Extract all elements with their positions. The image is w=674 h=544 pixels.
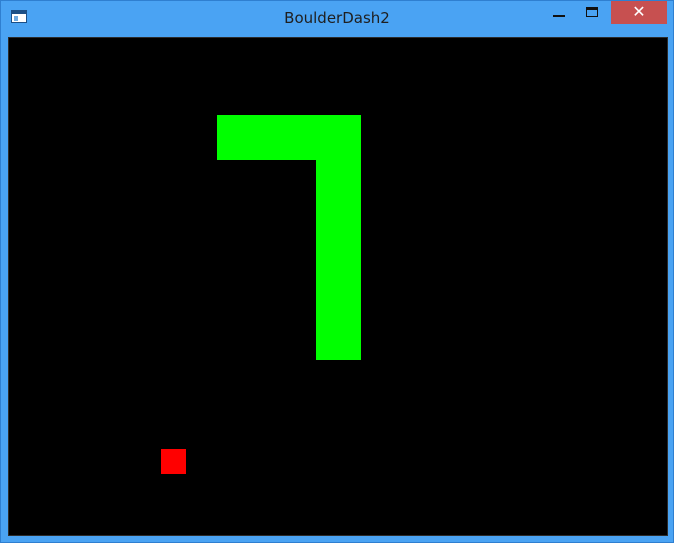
player-block (161, 449, 186, 474)
wall-block-vertical (316, 115, 361, 360)
game-board (161, 115, 361, 474)
game-canvas[interactable] (8, 37, 668, 536)
app-window: BoulderDash2 ✕ (0, 0, 674, 543)
